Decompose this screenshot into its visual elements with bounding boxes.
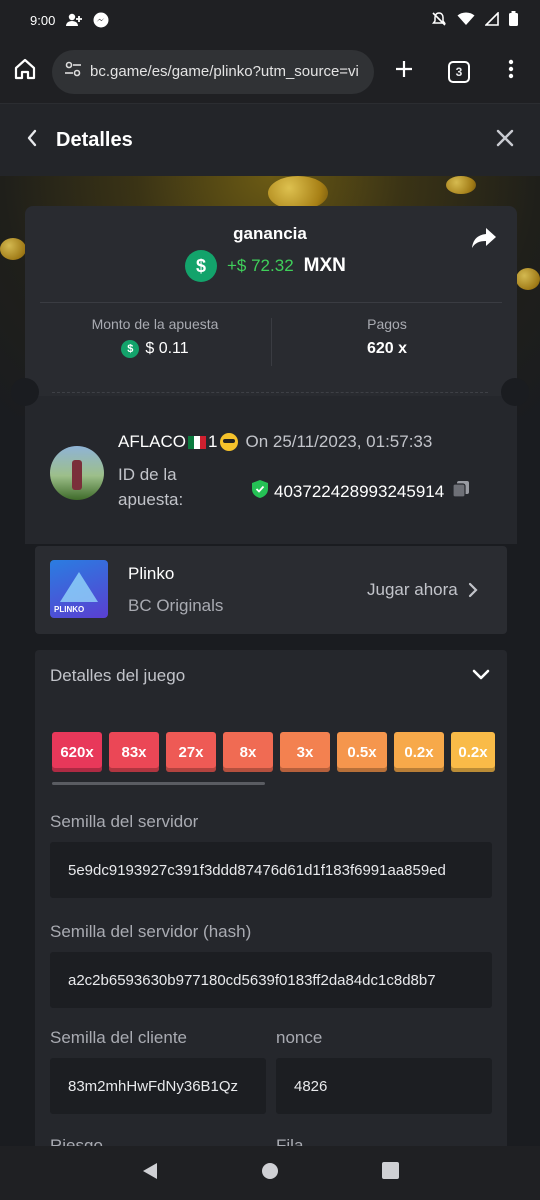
risk-label: Riesgo bbox=[50, 1136, 103, 1146]
payout-value: 620 x bbox=[366, 340, 408, 357]
multiplier-chip: 0.5x bbox=[337, 732, 387, 772]
server-seed-field[interactable]: 5e9dc9193927c391f3ddd87476d61d1f183f6991… bbox=[50, 842, 492, 898]
user-line: AFLACO 1 On 25/11/2023, 01:57:33 bbox=[118, 432, 432, 452]
chevron-right-icon bbox=[468, 582, 478, 598]
game-thumbnail[interactable]: PLINKO bbox=[50, 560, 108, 618]
divider bbox=[40, 302, 502, 303]
mute-icon bbox=[431, 11, 447, 30]
dollar-icon: $ bbox=[121, 340, 140, 358]
new-tab-icon[interactable] bbox=[394, 59, 414, 84]
multiplier-chip: 0.2x bbox=[451, 732, 495, 772]
avatar[interactable] bbox=[50, 446, 104, 500]
row-label: Fila bbox=[276, 1136, 304, 1146]
ticket-dashed-divider bbox=[52, 392, 488, 393]
page-title: Detalles bbox=[56, 128, 133, 151]
sunglasses-emoji-icon bbox=[219, 433, 238, 451]
multiplier-chip: 0.2x bbox=[394, 732, 444, 772]
verified-shield-icon bbox=[252, 480, 268, 503]
win-title: ganancia bbox=[233, 224, 307, 243]
status-time: 9:00 bbox=[30, 12, 56, 28]
copy-icon[interactable] bbox=[452, 480, 470, 503]
client-seed-label: Semilla del cliente bbox=[50, 1028, 188, 1047]
ticket-notch bbox=[11, 378, 39, 406]
game-name: Plinko bbox=[128, 564, 175, 583]
system-nav-bar bbox=[0, 1146, 540, 1200]
wifi-icon bbox=[457, 12, 475, 29]
chevron-down-icon[interactable] bbox=[472, 668, 490, 686]
multiplier-chip: 3x bbox=[280, 732, 330, 772]
coin-decoration bbox=[268, 176, 328, 210]
win-currency: MXN bbox=[303, 255, 346, 276]
multiplier-chip: 8x bbox=[223, 732, 273, 772]
bet-id-label: ID de la apuesta: bbox=[118, 465, 184, 509]
close-icon[interactable] bbox=[496, 129, 514, 152]
server-hash-label: Semilla del servidor (hash) bbox=[50, 922, 252, 941]
server-seed-label: Semilla del servidor bbox=[50, 812, 199, 831]
dollar-icon: $ bbox=[185, 250, 217, 282]
nonce-field[interactable]: 4826 bbox=[276, 1058, 492, 1114]
multiplier-row: 620x 83x 27x 8x 3x 0.5x 0.2x 0.2x bbox=[52, 732, 495, 772]
game-provider: BC Originals bbox=[128, 596, 224, 615]
play-now-button[interactable]: Jugar ahora bbox=[367, 580, 478, 600]
bet-amount-stat: Monto de la apuesta $ $ 0.11 bbox=[40, 316, 270, 358]
client-seed-field[interactable]: 83m2mhHwFdNy36B1Qz bbox=[50, 1058, 266, 1114]
bet-date: On 25/11/2023, 01:57:33 bbox=[245, 432, 433, 451]
coin-decoration bbox=[446, 176, 476, 194]
messenger-icon bbox=[93, 12, 109, 28]
back-nav-icon[interactable] bbox=[142, 1162, 158, 1185]
server-hash-field[interactable]: a2c2b6593630b977180cd5639f0183ff2da84dc1… bbox=[50, 952, 492, 1008]
game-details-title[interactable]: Detalles del juego bbox=[50, 666, 185, 686]
username-suffix: 1 bbox=[208, 432, 218, 451]
browser-toolbar: bc.game/es/game/plinko?utm_source=viplu … bbox=[0, 40, 540, 104]
multiplier-scrollbar[interactable] bbox=[52, 782, 265, 785]
coin-decoration bbox=[516, 268, 540, 290]
win-amount-row: $ +$ 72.32 MXN bbox=[185, 250, 346, 282]
share-icon[interactable] bbox=[470, 226, 498, 255]
status-bar: 9:00 bbox=[0, 0, 540, 40]
url-text[interactable]: bc.game/es/game/plinko?utm_source=viplu bbox=[90, 63, 358, 80]
home-nav-icon[interactable] bbox=[261, 1162, 279, 1185]
mexico-flag-icon bbox=[188, 435, 207, 449]
battery-icon bbox=[509, 11, 518, 29]
home-icon[interactable] bbox=[12, 56, 38, 87]
bet-amount-label: Monto de la apuesta bbox=[91, 316, 219, 332]
details-header: Detalles bbox=[0, 104, 540, 176]
back-chevron-icon[interactable] bbox=[26, 129, 38, 152]
signal-icon bbox=[484, 10, 499, 29]
multiplier-chip: 27x bbox=[166, 732, 216, 772]
contact-add-icon bbox=[65, 13, 83, 27]
bet-amount-value: $ 0.11 bbox=[145, 340, 189, 357]
ticket-notch bbox=[501, 378, 529, 406]
recents-nav-icon[interactable] bbox=[381, 1162, 399, 1184]
url-bar[interactable]: bc.game/es/game/plinko?utm_source=viplu bbox=[52, 49, 374, 94]
multiplier-chip: 83x bbox=[109, 732, 159, 772]
content-area: ganancia $ +$ 72.32 MXN Monto de la apue… bbox=[0, 176, 540, 1146]
site-settings-icon[interactable] bbox=[64, 60, 82, 83]
tab-switcher-button[interactable]: 3 bbox=[448, 60, 470, 83]
payout-label: Pagos bbox=[367, 316, 407, 332]
username[interactable]: AFLACO bbox=[118, 432, 186, 452]
win-amount: +$ 72.32 bbox=[227, 256, 294, 275]
bet-id-value: 403722428993245914 bbox=[274, 481, 445, 501]
payout-stat: Pagos 620 x bbox=[272, 316, 502, 358]
game-thumb-label: PLINKO bbox=[54, 605, 85, 614]
more-menu-icon[interactable] bbox=[508, 59, 514, 84]
nonce-label: nonce bbox=[276, 1028, 323, 1047]
play-now-label: Jugar ahora bbox=[367, 580, 458, 599]
bet-id-row: 403722428993245914 bbox=[252, 480, 470, 503]
multiplier-chip: 620x bbox=[52, 732, 102, 772]
